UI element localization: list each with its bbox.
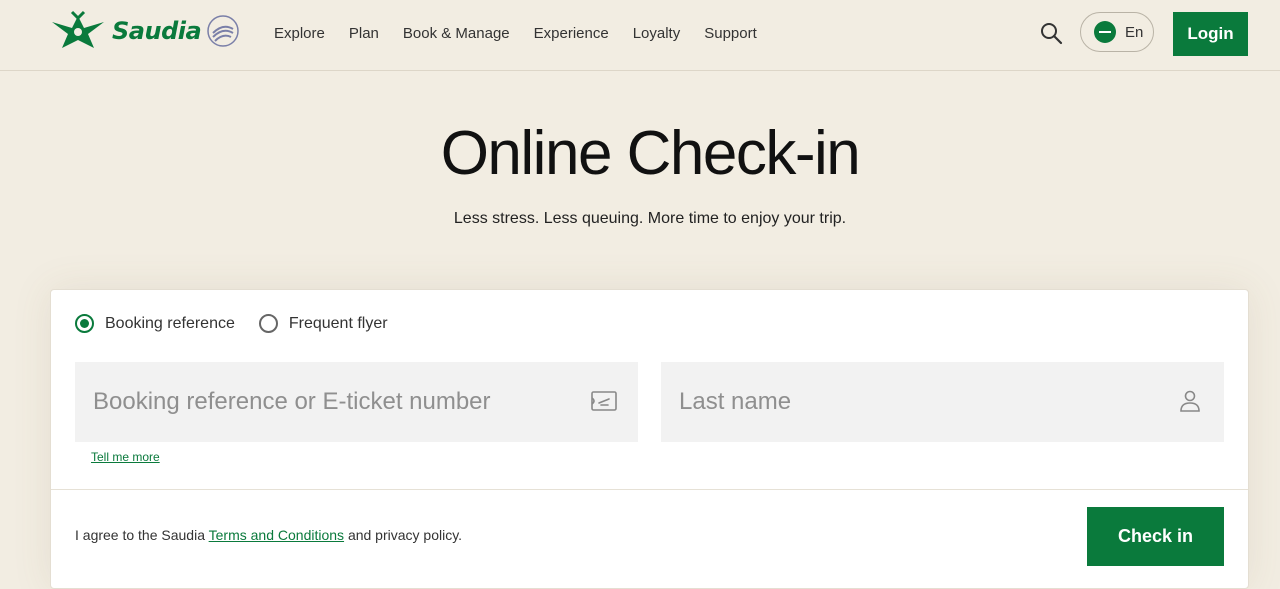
brand-name: Saudia [112, 17, 202, 45]
agree-suffix: and privacy policy. [347, 527, 463, 543]
skyteam-icon [207, 15, 239, 47]
lookup-type-group: Booking reference Frequent flyer [75, 314, 412, 333]
booking-reference-input[interactable] [75, 362, 638, 442]
terms-agreement: I agree to the Saudia Terms and Conditio… [75, 527, 462, 543]
booking-reference-field [75, 362, 638, 442]
tell-me-more-link[interactable]: Tell me more [91, 450, 160, 464]
main-nav: Explore Plan Book & Manage Experience Lo… [274, 0, 781, 66]
nav-plan[interactable]: Plan [349, 25, 379, 42]
nav-loyalty[interactable]: Loyalty [633, 25, 681, 42]
login-button[interactable]: Login [1173, 12, 1248, 56]
terms-link[interactable]: Terms and Conditions [209, 527, 344, 543]
page-title: Online Check-in [440, 119, 861, 188]
last-name-input[interactable] [661, 362, 1224, 442]
radio-booking-reference[interactable]: Booking reference [75, 314, 235, 333]
radio-frequent-flyer[interactable]: Frequent flyer [258, 314, 388, 333]
checkin-form-card: Booking reference Frequent flyer Tell me… [50, 289, 1249, 589]
flag-icon [1094, 21, 1116, 43]
saudia-logo-icon [52, 10, 104, 48]
form-divider [51, 489, 1248, 490]
nav-support[interactable]: Support [704, 25, 757, 42]
ticket-icon [591, 391, 617, 411]
radio-label: Booking reference [105, 314, 235, 332]
check-in-button[interactable]: Check in [1087, 507, 1224, 566]
search-icon[interactable] [1039, 21, 1063, 45]
radio-button-checked[interactable] [75, 314, 94, 333]
page-subtitle: Less stress. Less queuing. More time to … [453, 210, 847, 227]
nav-book-manage[interactable]: Book & Manage [403, 25, 510, 42]
language-label: En [1125, 23, 1144, 41]
user-icon [1180, 390, 1200, 412]
saudia-logo[interactable]: Saudia [50, 10, 202, 52]
last-name-field [661, 362, 1224, 442]
agree-prefix: I agree to the Saudia [75, 527, 205, 543]
site-header: Saudia Explore Plan Book & Manage Experi… [0, 0, 1280, 71]
radio-label: Frequent flyer [288, 314, 388, 332]
nav-experience[interactable]: Experience [534, 25, 609, 42]
radio-button[interactable] [258, 314, 278, 333]
nav-explore[interactable]: Explore [274, 25, 325, 42]
language-selector[interactable]: En [1080, 12, 1154, 52]
